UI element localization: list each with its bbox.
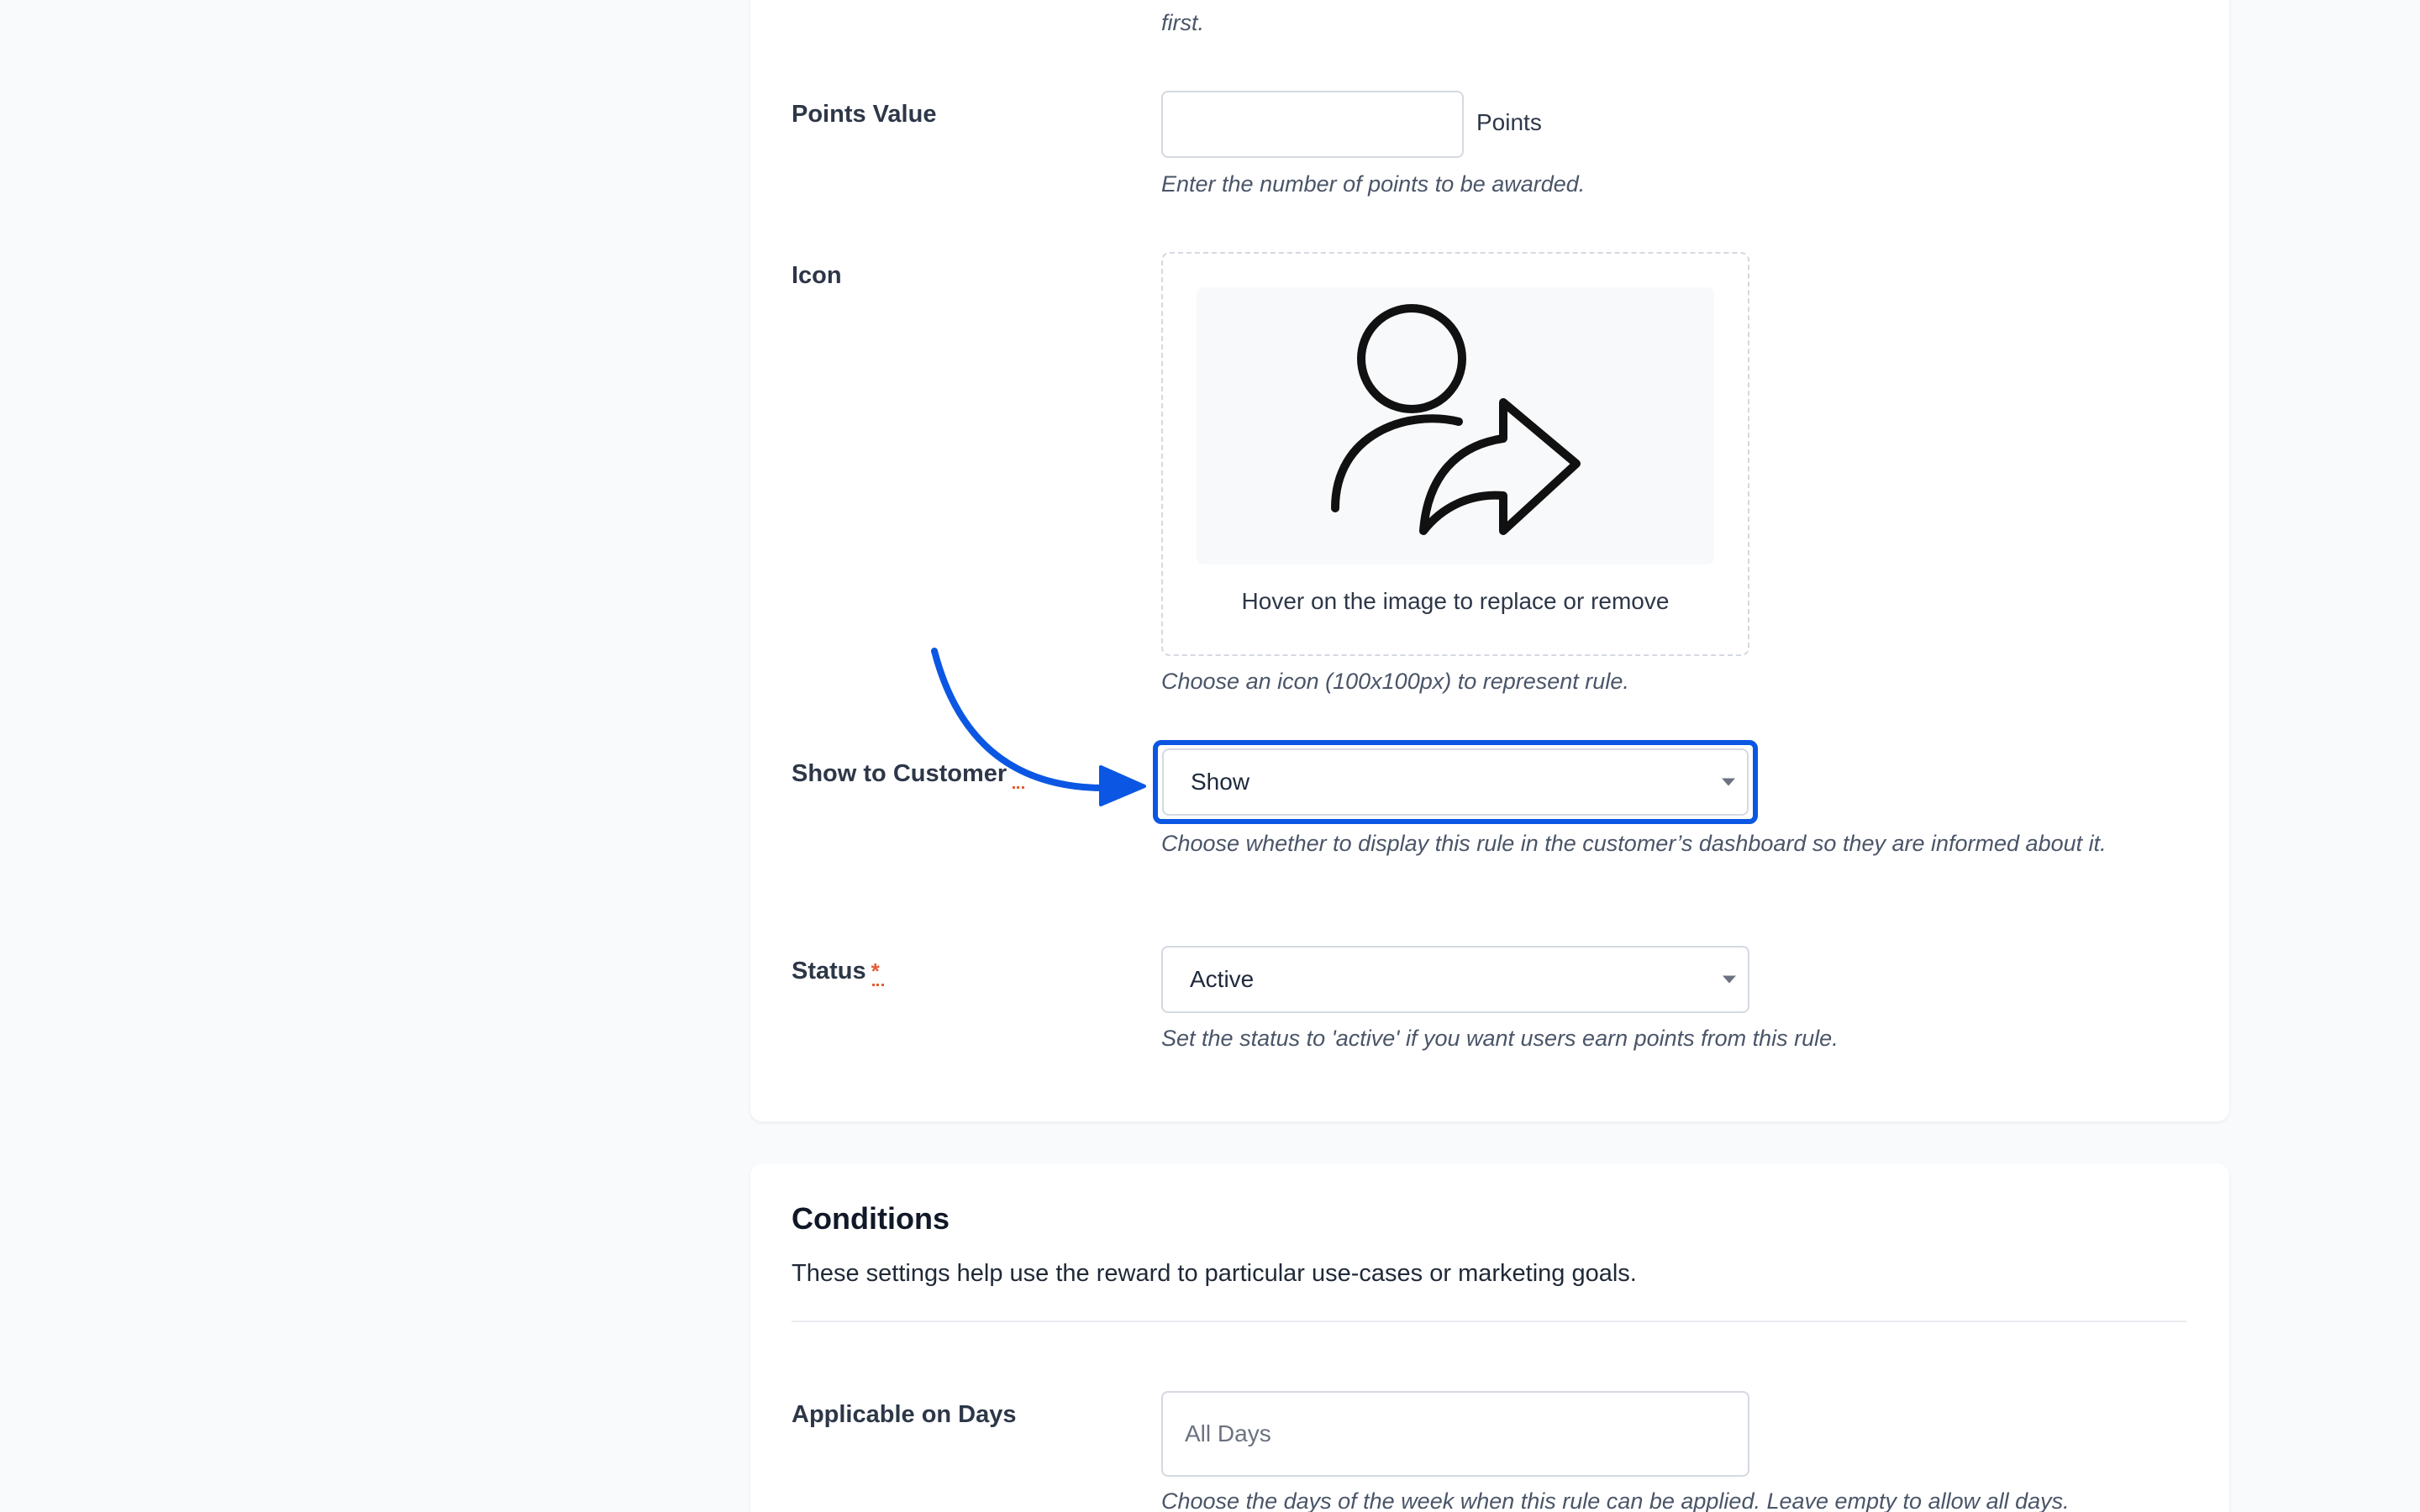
status-label-text: Status: [792, 958, 866, 984]
points-value-label: Points Value: [792, 101, 937, 128]
status-select[interactable]: Active: [1161, 946, 1749, 1013]
chevron-down-icon: [1722, 778, 1735, 786]
applicable-days-placeholder: All Days: [1185, 1420, 1271, 1446]
conditions-description: These settings help use the reward to pa…: [792, 1260, 1637, 1287]
icon-preview[interactable]: [1197, 287, 1714, 564]
points-value-help: Enter the number of points to be awarded…: [1161, 171, 1586, 197]
icon-hover-hint: Hover on the image to replace or remove: [1241, 588, 1670, 614]
applicable-days-input[interactable]: All Days: [1161, 1391, 1749, 1477]
section-divider: [792, 1320, 2186, 1322]
show-to-customer-help: Choose whether to display this rule in t…: [1161, 831, 2107, 856]
status-help: Set the status to 'active' if you want u…: [1161, 1026, 1839, 1051]
annotation-arrow-icon: [931, 648, 1146, 806]
user-share-icon: [1331, 304, 1581, 535]
show-to-customer-select[interactable]: Show: [1162, 748, 1749, 816]
points-value-input[interactable]: [1161, 91, 1464, 158]
show-to-customer-selected: Show: [1191, 769, 1250, 795]
status-label: Status *: [792, 958, 884, 986]
status-selected: Active: [1190, 966, 1255, 992]
conditions-title: Conditions: [792, 1201, 950, 1236]
applicable-days-help: Choose the days of the week when this ru…: [1161, 1488, 2070, 1512]
chevron-down-icon: [1723, 975, 1736, 984]
icon-label: Icon: [792, 262, 842, 289]
top-help-text: first.: [1161, 10, 1204, 35]
required-mark: *: [871, 958, 884, 986]
applicable-days-label: Applicable on Days: [792, 1401, 1017, 1428]
points-suffix: Points: [1476, 109, 1542, 135]
icon-uploader[interactable]: Hover on the image to replace or remove: [1161, 252, 1749, 656]
icon-help: Choose an icon (100x100px) to represent …: [1161, 669, 1629, 694]
